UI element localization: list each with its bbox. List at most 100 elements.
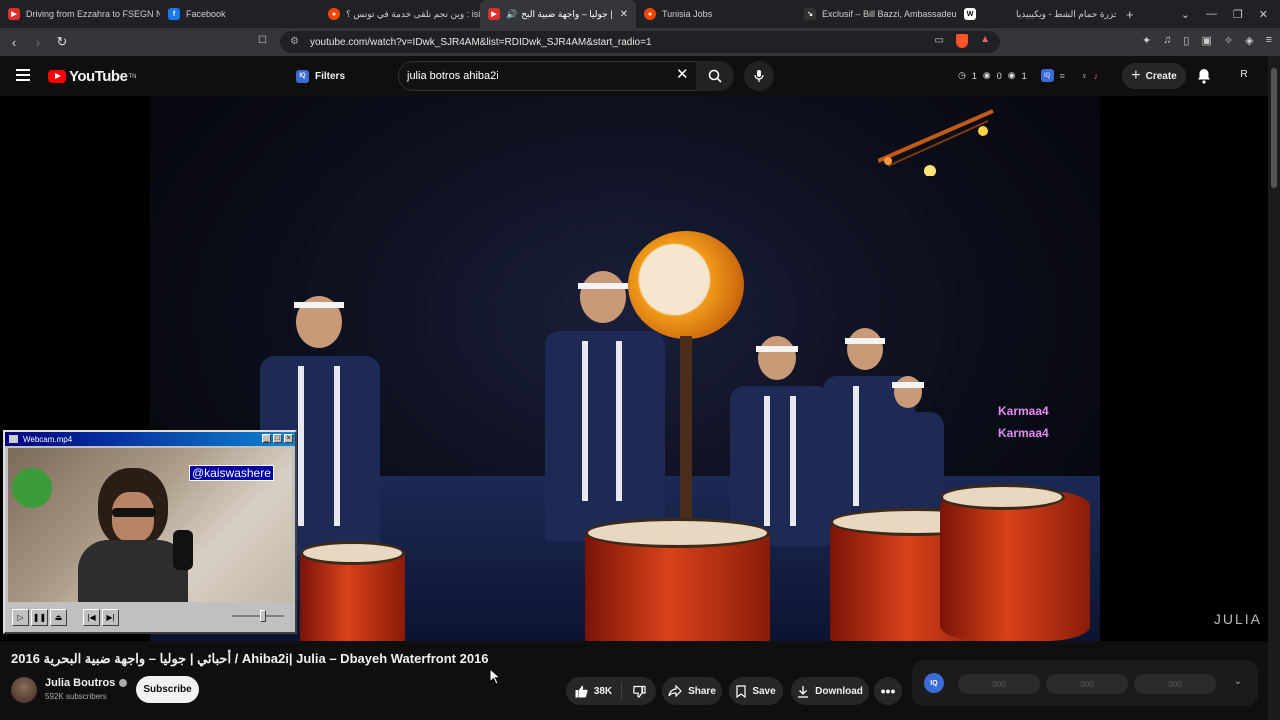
youtube-icon: ▶ [8, 8, 20, 20]
side-panel-chip[interactable]: 000 [1134, 674, 1216, 694]
search-input[interactable]: julia botros ahiba2i [398, 61, 698, 91]
minimize-icon[interactable]: _ [262, 434, 271, 443]
list-icon[interactable]: ≡ [1060, 71, 1065, 81]
verified-icon [119, 679, 128, 688]
tab-title: مجزرة حمام الشط - ويكيبيديا [1016, 8, 1116, 19]
account-avatar[interactable]: R [1236, 67, 1252, 83]
search-button[interactable] [696, 61, 734, 91]
mouse-cursor-icon [489, 668, 501, 685]
browser-tab[interactable]: ● وين نجم نلقى خدمة في تونس ؟ : isia [320, 0, 480, 28]
thumbs-up-icon [575, 685, 588, 697]
close-window-icon[interactable]: ✕ [1259, 8, 1268, 21]
plus-icon: + [1131, 67, 1141, 84]
like-button[interactable]: 38K [566, 682, 622, 700]
bookmark-icon [736, 684, 746, 698]
vpn-icon[interactable]: ◈ [1245, 34, 1253, 47]
stat-value: 1 [1021, 70, 1027, 81]
share-icon [668, 685, 682, 697]
microphone [173, 530, 193, 570]
volume-slider[interactable] [232, 615, 284, 617]
award-icon[interactable]: ♀ [1081, 71, 1088, 81]
volume-knob[interactable] [260, 610, 266, 622]
back-icon[interactable]: ‹ [4, 35, 24, 50]
voice-search-button[interactable] [744, 61, 774, 91]
notification-off-icon[interactable]: ♪ [1094, 71, 1099, 81]
reddit-icon: ● [328, 8, 340, 20]
iq-icon[interactable]: IQ [924, 673, 944, 693]
minimize-icon[interactable]: — [1206, 8, 1217, 20]
close-tab-icon[interactable]: ✕ [620, 9, 628, 20]
browser-tab-active[interactable]: ▶ 🔊 أحبائي | جوليا – واجهة ضبية البح ✕ [480, 0, 636, 28]
filters-label: Filters [315, 70, 346, 82]
hamburger-menu-icon[interactable] [16, 69, 30, 81]
more-actions-button[interactable]: ••• [874, 677, 902, 705]
webcam-window[interactable]: Webcam.mp4 _ □ × @kaiswashere ▷ ❚❚ ⏏ |◀ … [3, 430, 297, 634]
browser-menu-icon[interactable]: ≡ [1266, 34, 1272, 47]
chevron-down-icon[interactable]: ⌄ [1234, 676, 1242, 687]
side-panel-chip[interactable]: 000 [958, 674, 1040, 694]
dislike-button[interactable] [622, 685, 656, 698]
more-icon: ••• [880, 683, 896, 699]
browser-tab[interactable]: f Facebook [160, 0, 320, 28]
sunglasses [112, 508, 156, 517]
channel-avatar[interactable] [11, 677, 37, 703]
wikipedia-icon: W [964, 8, 976, 20]
create-button[interactable]: + Create [1122, 63, 1186, 89]
search-query: julia botros ahiba2i [407, 70, 499, 82]
reload-icon[interactable]: ↻ [52, 34, 72, 50]
save-button[interactable]: Save [729, 677, 783, 705]
browser-tab[interactable]: ↘ Exclusif – Bill Bazzi, Ambassadeur de [796, 0, 956, 28]
subscribe-button[interactable]: Subscribe [136, 676, 199, 703]
sidebar-icon[interactable]: ▯ [1183, 34, 1189, 47]
microphone-icon [754, 70, 764, 82]
brave-shield-icon[interactable] [956, 34, 968, 48]
side-panel-chip[interactable]: 000 [1046, 674, 1128, 694]
maximize-icon[interactable]: □ [273, 434, 282, 443]
previous-icon[interactable]: |◀ [83, 608, 100, 626]
browser-tab-bar: ▶ Driving from Ezzahra to FSEGN Nab f Fa… [0, 0, 1280, 28]
iq-icon[interactable]: IQ [1040, 69, 1054, 82]
url-text: youtube.com/watch?v=IDwk_SJR4AM&list=RDI… [310, 36, 652, 48]
rewards-icon[interactable]: ▲ [980, 34, 990, 45]
filters-button[interactable]: IQ Filters [288, 65, 353, 87]
new-tab-icon[interactable]: + [1126, 7, 1134, 22]
chevron-down-icon[interactable]: ⌄ [1181, 8, 1190, 21]
stage-lights [878, 109, 994, 176]
ai-icon[interactable]: ✧ [1224, 34, 1233, 47]
share-button[interactable]: Share [662, 677, 722, 705]
tab-title: أحبائي | جوليا – واجهة ضبية البح [521, 8, 612, 19]
clear-search-icon[interactable]: ✕ [676, 67, 689, 83]
music-icon[interactable]: ♫ [1163, 34, 1171, 47]
eject-icon[interactable]: ⏏ [50, 608, 67, 626]
scrollbar-thumb[interactable] [1271, 68, 1277, 188]
like-dislike-group: 38K [566, 677, 656, 705]
download-button[interactable]: Download [791, 677, 869, 705]
play-icon[interactable]: ▷ [12, 608, 29, 626]
browser-tab[interactable]: W مجزرة حمام الشط - ويكيبيديا [956, 0, 1116, 28]
next-icon[interactable]: ▶| [102, 608, 119, 626]
extensions-icon[interactable]: ✦ [1142, 34, 1151, 47]
thumbs-down-icon [632, 685, 646, 698]
extension-stats: ◷ 1 ◉ 0 ◉ 1 IQ ≡ ♀ ♪ [958, 69, 1098, 82]
reddit-icon: ● [644, 8, 656, 20]
page-scrollbar[interactable] [1268, 56, 1280, 720]
pause-icon[interactable]: ❚❚ [31, 608, 48, 626]
browser-tab[interactable]: ▶ Driving from Ezzahra to FSEGN Nab [0, 0, 160, 28]
address-bar[interactable]: ⚙ youtube.com/watch?v=IDwk_SJR4AM&list=R… [280, 31, 1000, 53]
browser-tab[interactable]: ● Tunisia Jobs [636, 0, 796, 28]
channel-name[interactable]: Julia Boutros [45, 677, 128, 689]
iq-icon: IQ [296, 69, 309, 83]
search-icon [708, 69, 722, 83]
site-info-icon[interactable]: ⚙ [290, 36, 299, 47]
wallet-icon[interactable]: ▣ [1201, 34, 1211, 47]
webcam-titlebar[interactable]: Webcam.mp4 _ □ × [5, 432, 295, 446]
youtube-logo[interactable]: YouTube TN [48, 68, 136, 85]
facebook-icon: f [168, 8, 180, 20]
close-icon[interactable]: × [284, 434, 293, 443]
drum-stand [680, 336, 692, 536]
restore-icon[interactable]: ❐ [1233, 8, 1243, 21]
cast-icon[interactable]: ▭ [935, 35, 944, 46]
bookmark-icon[interactable]: ☐ [258, 35, 267, 46]
bell-icon[interactable] [1197, 68, 1211, 84]
forward-icon[interactable]: › [28, 35, 48, 50]
